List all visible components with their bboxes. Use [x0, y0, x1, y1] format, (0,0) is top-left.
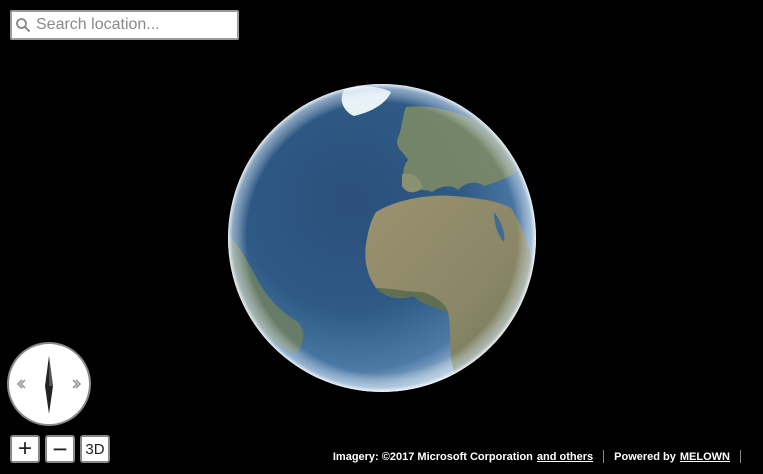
globe-view[interactable] — [226, 82, 538, 394]
divider — [740, 450, 741, 463]
powered-by-label: Powered by — [614, 450, 676, 463]
attribution-bar: Imagery: ©2017 Microsoft Corporation and… — [333, 450, 751, 463]
compass-icon — [16, 356, 82, 414]
zoom-out-button[interactable]: − — [45, 434, 75, 464]
brand-link[interactable]: MELOWN — [680, 451, 730, 463]
others-link[interactable]: and others — [537, 451, 593, 463]
compass[interactable] — [7, 342, 91, 426]
search-icon — [12, 12, 34, 38]
imagery-credit: Imagery: ©2017 Microsoft Corporation — [332, 450, 533, 463]
search-input[interactable] — [34, 13, 231, 37]
mode-3d-button[interactable]: 3D — [80, 435, 110, 463]
divider — [603, 450, 605, 463]
search-box[interactable] — [10, 10, 239, 40]
zoom-in-button[interactable]: + — [10, 435, 40, 463]
